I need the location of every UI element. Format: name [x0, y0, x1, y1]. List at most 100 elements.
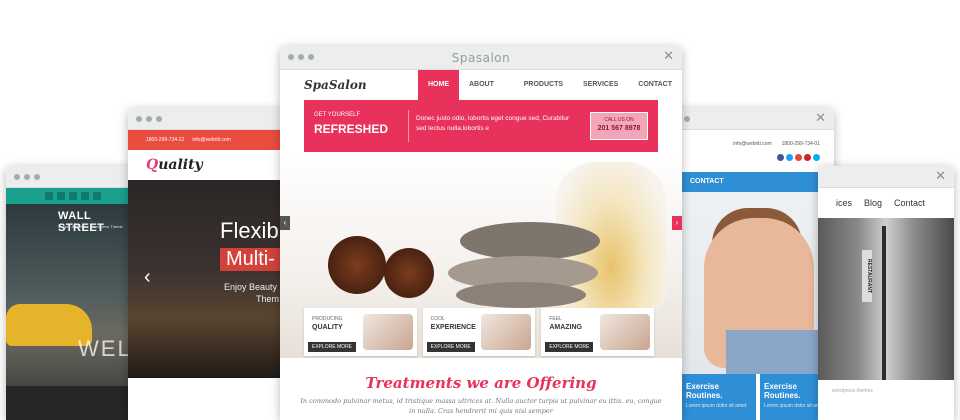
- box-kicker: COOL: [430, 316, 445, 322]
- hero-line-3: Enjoy Beauty: [224, 282, 278, 292]
- social-icons: [777, 154, 820, 161]
- content-area: [128, 378, 288, 420]
- window-titlebar: ✕: [656, 108, 834, 130]
- menu-item-contact[interactable]: CONTACT: [628, 70, 682, 100]
- nav-item-blog[interactable]: Blog: [864, 198, 882, 208]
- section-text: In commodo pulvinar metus, id tristique …: [300, 397, 662, 415]
- logo-q: Q: [146, 157, 159, 173]
- box-image: [481, 314, 532, 350]
- close-icon[interactable]: ✕: [663, 49, 674, 64]
- hero-line-1: Flexib: [220, 218, 279, 243]
- feature-box: FEEL AMAZING EXPLORE MORE: [541, 308, 655, 356]
- pinterest-icon[interactable]: [804, 154, 811, 161]
- box-title: AMAZING: [549, 324, 583, 331]
- site-logo[interactable]: SpaSalon: [304, 78, 367, 92]
- email-text: info@webriti.com: [733, 141, 772, 147]
- menu-item-home[interactable]: HOME: [418, 70, 459, 100]
- stone-image: [460, 222, 600, 260]
- hero-line-2: Multi-: [220, 248, 281, 271]
- section-heading: Treatments we are Offering: [365, 374, 597, 392]
- linkedin-icon[interactable]: [93, 192, 101, 200]
- stone-image: [456, 282, 586, 308]
- exercise-window: ✕ info@webriti.com 1800-299-734-01 CONTA…: [656, 108, 834, 420]
- feature-cards: Exercise Routines. Lorem ipsum dolor sit…: [656, 374, 834, 420]
- facebook-icon[interactable]: [777, 154, 784, 161]
- nav-item-contact[interactable]: CONTACT: [656, 172, 834, 192]
- menu-item-products[interactable]: PRODUCTS: [514, 70, 573, 100]
- banner-text: Donec justo odio, lobortis eget congue s…: [416, 115, 570, 132]
- hero-image: ‹ Flexib Multi- Enjoy Beauty Them: [128, 180, 288, 378]
- box-kicker: PRODUCING: [312, 316, 343, 322]
- window-controls[interactable]: [136, 116, 162, 122]
- restaurant-sign: RESTAURANT: [862, 250, 872, 302]
- menu-item-about[interactable]: ABOUT US: [459, 70, 514, 118]
- twitter-icon[interactable]: [45, 192, 53, 200]
- box-kicker: FEEL: [549, 316, 562, 322]
- window-titlebar: Spasalon ✕: [280, 46, 682, 70]
- footer-text: wordpress themes: [818, 380, 954, 420]
- hero-image: [818, 218, 954, 380]
- skype-icon[interactable]: [81, 192, 89, 200]
- nav-item-services[interactable]: ices: [836, 198, 852, 208]
- nav-item-contact[interactable]: Contact: [894, 198, 925, 208]
- hero-image: WALL STREET Simple & Flexible Wordpress …: [6, 204, 140, 420]
- quality-window: 1800-299-734-22 info@webriti.com Quality…: [128, 108, 288, 420]
- child-shirt-image: [726, 330, 826, 374]
- window-controls[interactable]: [14, 174, 40, 180]
- main-menu: HOME ABOUT US PRODUCTS SERVICES CONTACT: [418, 70, 682, 118]
- window-titlebar: [128, 108, 288, 130]
- prev-arrow-icon[interactable]: ‹: [144, 266, 151, 289]
- google-icon[interactable]: [69, 192, 77, 200]
- twitter-icon[interactable]: [786, 154, 793, 161]
- call-number: 201 567 8978: [597, 125, 641, 132]
- wicker-ball-image: [384, 248, 434, 298]
- feature-boxes: PRODUCING QUALITY EXPLORE MORE COOL EXPE…: [304, 308, 655, 356]
- close-icon[interactable]: ✕: [815, 111, 826, 126]
- card-title: Exercise Routines.: [764, 382, 801, 400]
- logo-rest: uality: [158, 157, 203, 173]
- wicker-ball-image: [328, 236, 386, 294]
- facebook-icon[interactable]: [57, 192, 65, 200]
- window-title: Spasalon: [451, 51, 511, 65]
- window-titlebar: [6, 166, 140, 188]
- contact-bar: 1800-299-734-22 info@webriti.com: [128, 130, 288, 150]
- call-label: CALL US ON: [604, 117, 634, 123]
- site-logo[interactable]: Quality: [128, 150, 288, 180]
- banner-kicker: GET YOURSELF: [314, 112, 361, 118]
- main-nav: ices Blog Contact: [818, 188, 954, 218]
- site-header: SpaSalon HOME ABOUT US PRODUCTS SERVICES…: [280, 70, 682, 118]
- slider-prev-icon[interactable]: ‹: [280, 216, 290, 230]
- box-image: [362, 314, 413, 350]
- card-subtitle: Lorem ipsum dolor sit amet: [686, 403, 747, 409]
- explore-more-button[interactable]: EXPLORE MORE: [426, 342, 475, 352]
- banner-divider: [408, 110, 409, 142]
- card-title: Exercise Routines.: [686, 382, 723, 400]
- hero-line-4: Them: [256, 294, 280, 304]
- banner-heading: REFRESHED: [314, 122, 389, 136]
- social-bar: [6, 188, 140, 204]
- restaurant-window: ✕ ices Blog Contact RESTAURANT wordpress…: [818, 166, 954, 420]
- lamp-post: [882, 226, 886, 380]
- email-text: info@webriti.com: [192, 137, 231, 143]
- phone-text: 1800-299-734-01: [781, 141, 820, 147]
- menu-item-services[interactable]: SERVICES: [573, 70, 628, 100]
- feature-box: COOL EXPERIENCE EXPLORE MORE: [422, 308, 536, 356]
- feature-box: PRODUCING QUALITY EXPLORE MORE: [304, 308, 417, 356]
- google-icon[interactable]: [795, 154, 802, 161]
- showcase-stage: WALL STREET Simple & Flexible Wordpress …: [0, 0, 960, 420]
- close-icon[interactable]: ✕: [935, 169, 946, 184]
- slider-next-icon[interactable]: ›: [672, 216, 682, 230]
- explore-more-button[interactable]: EXPLORE MORE: [545, 342, 594, 352]
- phone-text: 1800-299-734-22: [146, 137, 185, 143]
- site-tagline: Simple & Flexible Wordpress Theme: [58, 224, 123, 229]
- feature-card[interactable]: Exercise Routines. Lorem ipsum dolor sit…: [682, 374, 756, 420]
- skype-icon[interactable]: [813, 154, 820, 161]
- explore-more-button[interactable]: EXPLORE MORE: [308, 342, 357, 352]
- street-image: [6, 386, 140, 420]
- box-title: EXPERIENCE: [430, 324, 476, 331]
- wallstreet-window: WALL STREET Simple & Flexible Wordpress …: [6, 166, 140, 420]
- box-title: QUALITY: [312, 324, 343, 331]
- spasalon-window: Spasalon ✕ SpaSalon HOME ABOUT US PRODUC…: [280, 46, 682, 420]
- window-titlebar: ✕: [818, 166, 954, 188]
- call-us-badge[interactable]: CALL US ON 201 567 8978: [590, 112, 648, 140]
